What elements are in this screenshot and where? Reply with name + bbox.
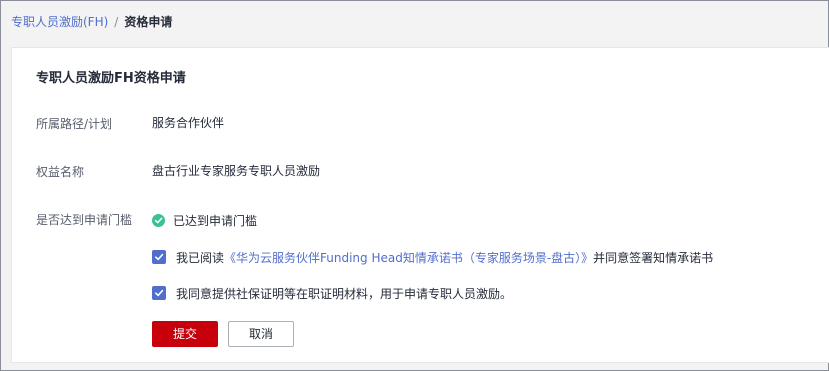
commitment-letter-link[interactable]: 《华为云服务伙伴Funding Head知情承诺书（专家服务场景-盘古）》 bbox=[224, 249, 593, 266]
threshold-status-text: 已达到申请门槛 bbox=[173, 213, 258, 228]
agreement-row-2: 我同意提供社保证明等在职证明材料，用于申请专职人员激励。 bbox=[152, 284, 512, 302]
agreement-checkbox-2[interactable] bbox=[152, 286, 166, 300]
cancel-button[interactable]: 取消 bbox=[228, 321, 294, 347]
breadcrumb-current: 资格申请 bbox=[124, 15, 173, 29]
checkmark-icon bbox=[155, 253, 164, 261]
agreement-1-prefix: 我已阅读 bbox=[176, 250, 225, 265]
check-circle-icon bbox=[152, 213, 165, 227]
page-title: 专职人员激励FH资格申请 bbox=[36, 71, 186, 86]
breadcrumb-separator: / bbox=[114, 15, 119, 29]
page-frame: 专职人员激励(FH) / 资格申请 专职人员激励FH资格申请 所属路径/计划 服务合… bbox=[0, 0, 829, 371]
agreement-row-1: 我已阅读 《华为云服务伙伴Funding Head知情承诺书（专家服务场景-盘古）… bbox=[152, 248, 713, 266]
benefit-value: 盘古行业专家服务专职人员激励 bbox=[152, 164, 321, 178]
submit-button[interactable]: 提交 bbox=[152, 321, 218, 347]
threshold-status: 已达到申请门槛 bbox=[152, 211, 257, 229]
agreement-1-suffix: 并同意签署知情承诺书 bbox=[593, 250, 714, 265]
benefit-label: 权益名称 bbox=[36, 165, 85, 179]
checkmark-icon bbox=[155, 289, 164, 297]
threshold-label: 是否达到申请门槛 bbox=[36, 213, 133, 227]
path-value: 服务合作伙伴 bbox=[152, 116, 225, 130]
breadcrumb-parent-link[interactable]: 专职人员激励(FH) bbox=[11, 15, 108, 29]
path-label: 所属路径/计划 bbox=[36, 117, 113, 131]
agreement-checkbox-1[interactable] bbox=[152, 250, 166, 264]
application-card: 专职人员激励FH资格申请 所属路径/计划 服务合作伙伴 权益名称 盘古行业专家服… bbox=[11, 47, 829, 363]
agreement-2-text: 我同意提供社保证明等在职证明材料，用于申请专职人员激励。 bbox=[176, 286, 513, 301]
breadcrumb: 专职人员激励(FH) / 资格申请 bbox=[11, 13, 172, 31]
